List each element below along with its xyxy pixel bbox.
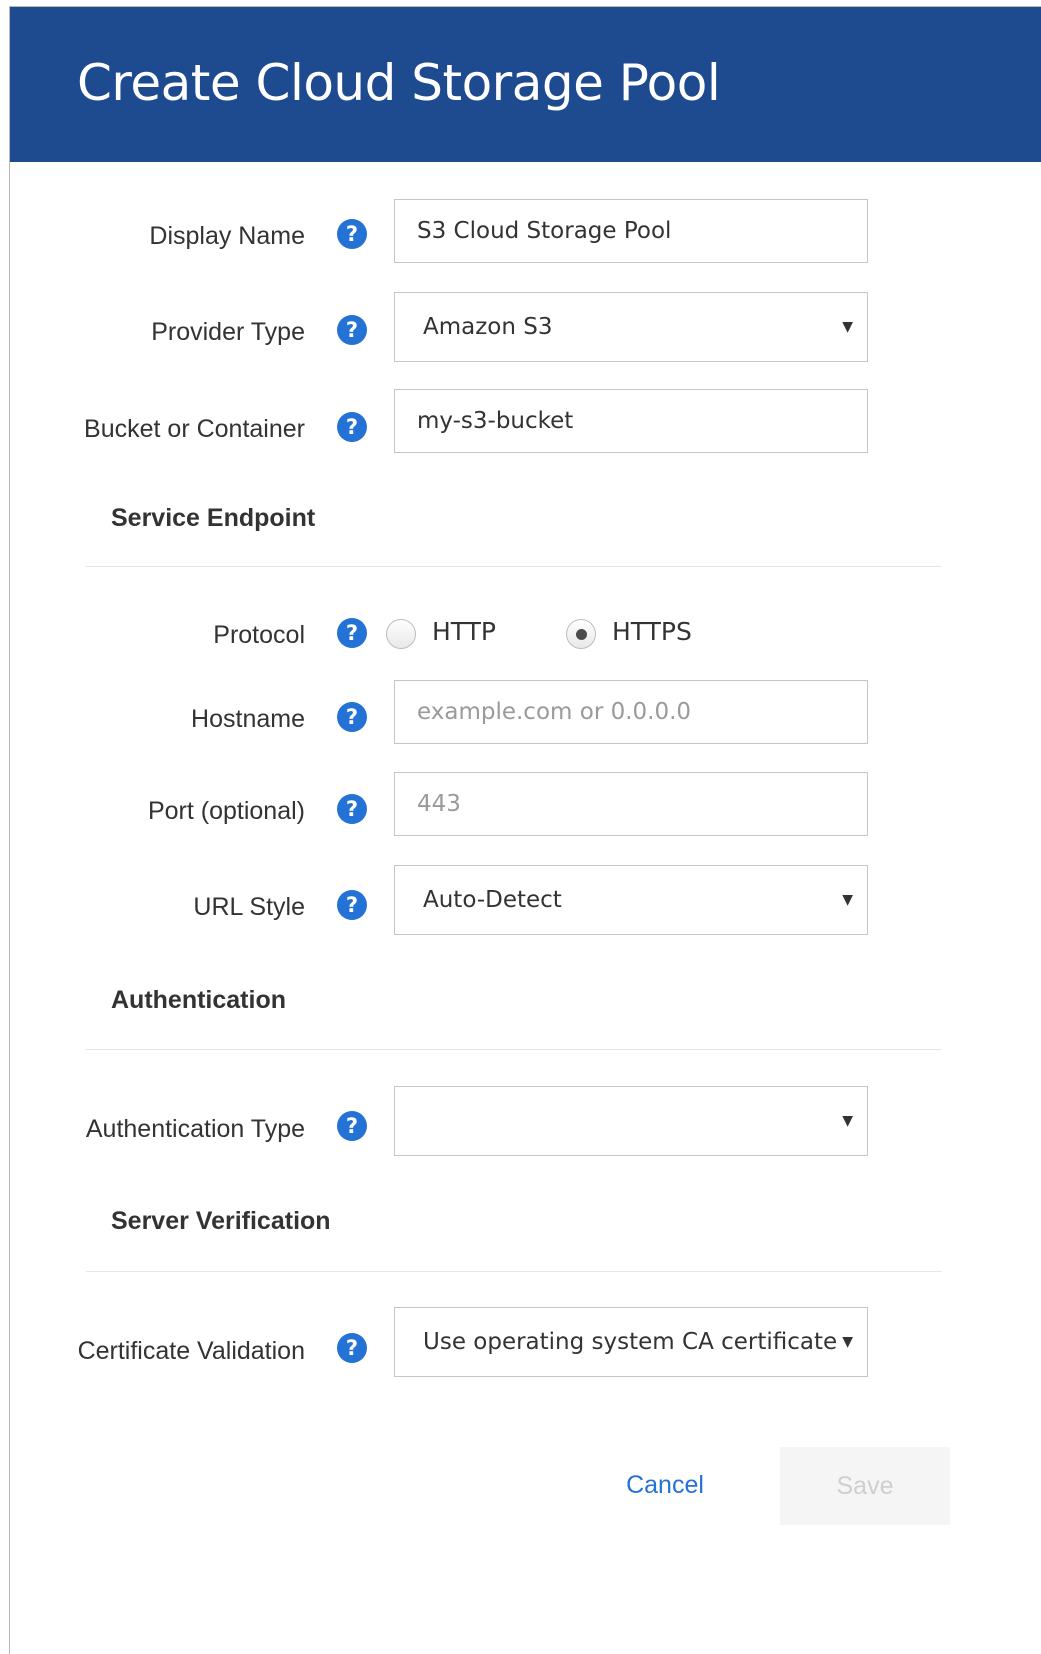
create-cloud-storage-pool-dialog: Create Cloud Storage Pool Display Name ?… xyxy=(9,6,1041,1654)
cancel-button[interactable]: Cancel xyxy=(605,1465,725,1505)
hostname-label: Hostname xyxy=(191,705,305,733)
certificate-validation-select[interactable]: Use operating system CA certificate ▼ xyxy=(394,1307,868,1377)
server-verification-heading: Server Verification xyxy=(111,1207,331,1235)
provider-type-value: Amazon S3 xyxy=(423,314,553,340)
bucket-field[interactable] xyxy=(394,389,868,453)
provider-type-label: Provider Type xyxy=(151,318,305,346)
authentication-type-select[interactable]: ▼ xyxy=(394,1086,868,1156)
protocol-http-label[interactable]: HTTP xyxy=(432,617,496,647)
bucket-input[interactable] xyxy=(395,390,867,452)
protocol-http-radio[interactable] xyxy=(386,619,416,649)
port-input[interactable] xyxy=(395,773,867,835)
url-style-select[interactable]: Auto-Detect ▼ xyxy=(394,865,868,935)
url-style-label: URL Style xyxy=(193,893,305,921)
protocol-https-label[interactable]: HTTPS xyxy=(612,617,692,647)
authentication-heading: Authentication xyxy=(111,986,286,1014)
certificate-validation-label: Certificate Validation xyxy=(77,1337,305,1365)
help-icon[interactable]: ? xyxy=(337,794,367,824)
dialog-title: Create Cloud Storage Pool xyxy=(77,54,721,112)
display-name-label: Display Name xyxy=(149,222,305,250)
hostname-input[interactable] xyxy=(395,681,867,743)
protocol-https-radio[interactable] xyxy=(566,619,596,649)
caret-down-icon: ▼ xyxy=(842,1113,853,1129)
display-name-input[interactable] xyxy=(395,200,867,262)
caret-down-icon: ▼ xyxy=(842,1334,853,1350)
port-label: Port (optional) xyxy=(147,797,305,825)
hostname-field[interactable] xyxy=(394,680,868,744)
help-icon[interactable]: ? xyxy=(337,890,367,920)
display-name-field[interactable] xyxy=(394,199,868,263)
port-field[interactable] xyxy=(394,772,868,836)
section-divider xyxy=(86,1271,942,1272)
help-icon[interactable]: ? xyxy=(337,219,367,249)
save-button[interactable]: Save xyxy=(780,1447,950,1525)
certificate-validation-value: Use operating system CA certificate xyxy=(423,1329,838,1355)
section-divider xyxy=(86,1049,942,1050)
service-endpoint-heading: Service Endpoint xyxy=(111,504,316,532)
help-icon[interactable]: ? xyxy=(337,1111,367,1141)
url-style-value: Auto-Detect xyxy=(423,887,562,913)
protocol-label: Protocol xyxy=(213,621,305,649)
help-icon[interactable]: ? xyxy=(337,315,367,345)
help-icon[interactable]: ? xyxy=(337,702,367,732)
bucket-label: Bucket or Container xyxy=(84,415,305,443)
help-icon[interactable]: ? xyxy=(337,412,367,442)
help-icon[interactable]: ? xyxy=(337,1333,367,1363)
dialog-header: Create Cloud Storage Pool xyxy=(10,7,1041,162)
section-divider xyxy=(86,566,942,567)
caret-down-icon: ▼ xyxy=(842,319,853,335)
authentication-type-label: Authentication Type xyxy=(85,1115,305,1143)
provider-type-select[interactable]: Amazon S3 ▼ xyxy=(394,292,868,362)
caret-down-icon: ▼ xyxy=(842,892,853,908)
help-icon[interactable]: ? xyxy=(337,618,367,648)
